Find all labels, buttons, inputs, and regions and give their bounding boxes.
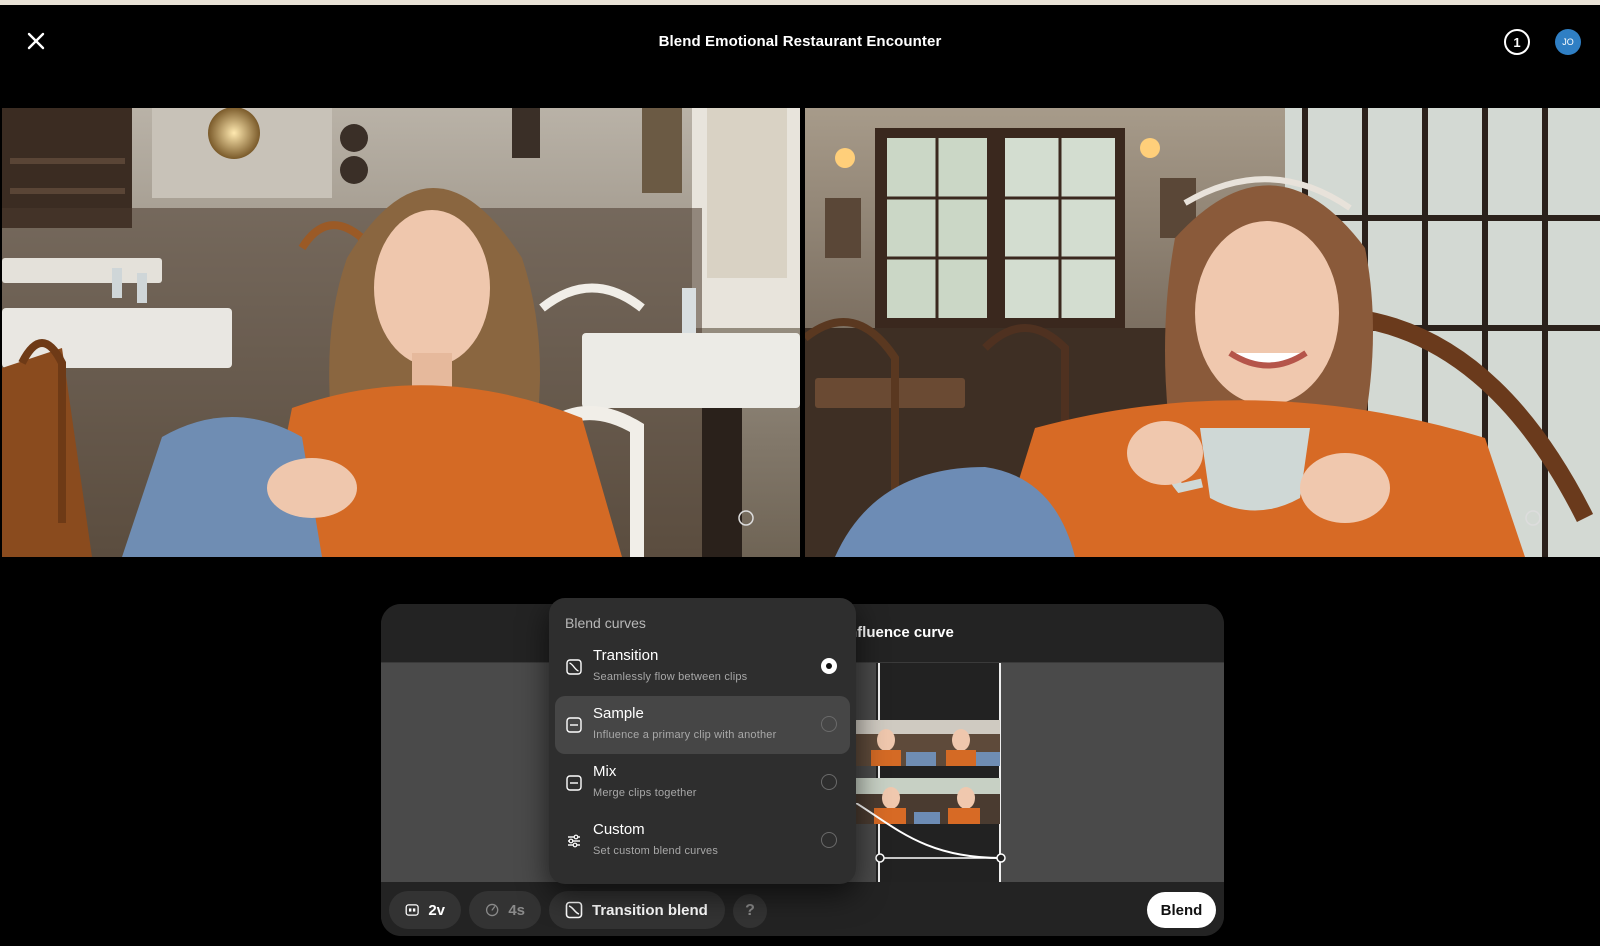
menu-title: Blend curves [565,615,646,631]
page-title: Blend Emotional Restaurant Encounter [658,33,942,50]
top-bar: Blend Emotional Restaurant Encounter 1 J… [0,5,1600,75]
transition-curve-graph[interactable] [856,803,1008,863]
option-description: Merge clips together [593,787,697,799]
option-radio[interactable] [821,716,837,732]
help-button[interactable]: ? [733,894,767,928]
option-radio-selected[interactable] [821,658,837,674]
sample-curve-icon [566,717,582,733]
option-label: Transition [593,647,659,664]
transition-curve-icon [566,659,582,675]
transition-curve-icon [565,901,583,919]
blend-mode-button[interactable]: Transition blend [549,891,725,929]
menu-option-custom[interactable]: Custom Set custom blend curves [555,812,850,870]
option-radio[interactable] [821,832,837,848]
blend-curves-menu: Blend curves Transition Seamlessly flow … [549,598,856,884]
clock-icon [485,903,499,917]
option-description: Influence a primary clip with another [593,729,777,741]
menu-option-mix[interactable]: Mix Merge clips together [555,754,850,812]
clip-right-image [805,108,1600,557]
clip-preview-right[interactable] [805,108,1600,557]
option-description: Seamlessly flow between clips [593,671,748,683]
option-description: Set custom blend curves [593,845,719,857]
option-label: Custom [593,821,645,838]
notification-count-badge[interactable]: 1 [1504,29,1530,55]
sliders-icon [568,834,580,848]
avatar[interactable]: JO [1555,29,1581,55]
duration-label: 4s [508,901,525,919]
clip-left-image [2,108,800,557]
clips-icon [405,904,419,916]
option-label: Mix [593,763,617,780]
mix-curve-icon [566,775,582,791]
curve-handle-end[interactable] [996,853,1006,863]
option-radio[interactable] [821,774,837,790]
blend-mode-label: Transition blend [592,901,708,919]
option-label: Sample [593,705,644,722]
clips-count-label: 2v [428,901,445,919]
clip-thumbnail-strip-1 [856,720,1000,766]
clips-count-button[interactable]: 2v [389,891,461,929]
menu-option-transition[interactable]: Transition Seamlessly flow between clips [555,638,850,696]
duration-button[interactable]: 4s [469,891,541,929]
blend-button[interactable]: Blend [1147,892,1216,928]
influence-curve-label: nfluence curve [848,624,954,641]
curve-handle-start[interactable] [875,853,885,863]
panel-toolbar: 2v 4s Transition blend ? Blend [381,882,1224,936]
clip-preview-left[interactable] [2,108,800,557]
menu-option-sample[interactable]: Sample Influence a primary clip with ano… [555,696,850,754]
